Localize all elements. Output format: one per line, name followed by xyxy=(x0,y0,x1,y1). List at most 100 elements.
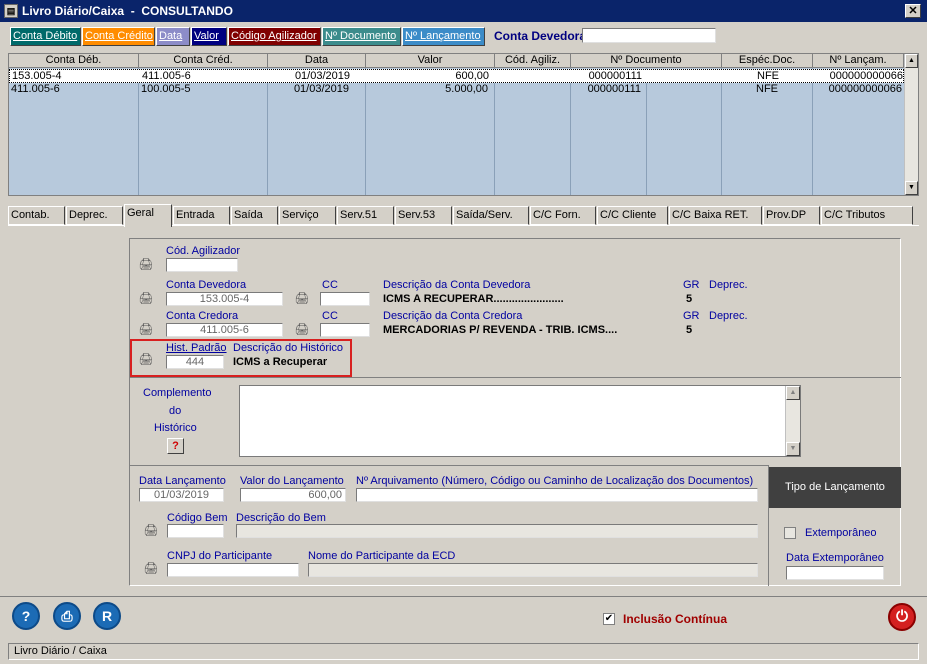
lookup-person-icon[interactable]: 🖨 xyxy=(143,561,159,575)
tab-saida[interactable]: Saída xyxy=(231,206,278,225)
help-historico-button[interactable]: ? xyxy=(167,438,184,454)
cell-valor: 600,00 xyxy=(455,70,489,82)
sort-data-button[interactable]: Data xyxy=(156,27,190,46)
codigo-bem-input[interactable] xyxy=(167,524,224,538)
data-extemporaneo-input[interactable] xyxy=(786,566,884,580)
col-header-valor[interactable]: Valor xyxy=(366,54,495,68)
tab-prov-dp[interactable]: Prov.DP xyxy=(763,206,820,225)
lookup-person-icon[interactable]: 🖨 xyxy=(138,291,154,305)
tab-serv53[interactable]: Serv.53 xyxy=(395,206,452,225)
conta-credora-input[interactable]: 411.005-6 xyxy=(166,323,283,337)
cell-conta-cred: 411.005-6 xyxy=(142,70,191,82)
lookup-person-icon[interactable]: 🖨 xyxy=(138,352,154,366)
desc-devedora-value: ICMS A RECUPERAR....................... xyxy=(383,293,564,305)
cod-agilizador-input[interactable] xyxy=(166,258,238,272)
desc-devedora-label: Descrição da Conta Devedora xyxy=(383,279,531,291)
lookup-person-icon[interactable]: 🖨 xyxy=(294,322,310,336)
complemento-label: Complemento xyxy=(143,387,212,399)
complemento-historico-textarea[interactable]: ▲ ▼ xyxy=(239,385,801,457)
textarea-scrollbar[interactable]: ▲ ▼ xyxy=(785,386,800,456)
col-header-n-lancam[interactable]: Nº Lançam. xyxy=(813,54,904,68)
help-button[interactable]: ? xyxy=(12,602,40,630)
cell-n-lancam: 000000000066 xyxy=(829,70,903,82)
cell-conta-deb: 153.005-4 xyxy=(12,70,62,82)
cell-espec-doc: NFE xyxy=(757,70,779,82)
tab-cc-cliente[interactable]: C/C Cliente xyxy=(597,206,668,225)
scroll-down-icon[interactable]: ▼ xyxy=(786,442,800,456)
lookup-person-icon[interactable]: 🖨 xyxy=(138,257,154,271)
lancamentos-grid[interactable]: Conta Déb. Conta Créd. Data Valor Cód. A… xyxy=(8,53,919,196)
data-lancamento-input[interactable]: 01/03/2019 xyxy=(139,488,224,502)
power-button[interactable]: ⏻ xyxy=(888,603,916,631)
print-button[interactable]: ⎙ xyxy=(53,602,81,630)
scroll-up-icon[interactable]: ▲ xyxy=(786,386,800,400)
gr-credora-value: 5 xyxy=(686,324,693,336)
sort-numero-documento-button[interactable]: Nº Documento xyxy=(322,27,401,46)
col-header-cod-agiliz[interactable]: Cód. Agiliz. xyxy=(495,54,571,68)
sort-conta-debito-button[interactable]: Conta Débito xyxy=(10,27,81,46)
tab-servico[interactable]: Serviço xyxy=(279,206,336,225)
col-header-conta-deb[interactable]: Conta Déb. xyxy=(9,54,139,68)
gr-credora-label: GR xyxy=(683,310,700,322)
cell-cod-agiliz xyxy=(496,70,571,84)
lookup-person-icon[interactable]: 🖨 xyxy=(294,291,310,305)
cell-n-documento: 000000111 xyxy=(587,83,641,95)
divider xyxy=(0,596,927,597)
ledger-icon: ▤ xyxy=(4,4,18,18)
cell-n-lancam: 000000000066 xyxy=(828,83,902,95)
sort-conta-credito-button[interactable]: Conta Crédito xyxy=(82,27,155,46)
inclusao-continua-checkbox[interactable]: ✔ xyxy=(603,613,615,625)
cell-espec-doc: NFE xyxy=(756,83,778,95)
cell-conta-deb: 411.005-6 xyxy=(11,83,60,95)
hist-padrao-label: Hist. Padrão xyxy=(166,342,227,354)
scroll-up-icon[interactable]: ▲ xyxy=(905,54,918,68)
tab-deprec[interactable]: Deprec. xyxy=(66,206,123,225)
cc-devedora-label: CC xyxy=(322,279,338,291)
cell-data: 01/03/2019 xyxy=(294,70,350,82)
hist-padrao-input[interactable]: 444 xyxy=(166,355,224,369)
col-header-espec-doc[interactable]: Espéc.Doc. xyxy=(722,54,813,68)
table-row[interactable]: 153.005-4 411.005-6 01/03/2019 600,00 00… xyxy=(9,69,904,83)
cc-credora-input[interactable] xyxy=(320,323,370,337)
complemento-label-do: do xyxy=(169,405,182,417)
table-row[interactable]: 411.005-6 100.005-5 01/03/2019 5.000,00 … xyxy=(9,83,904,97)
conta-devedora-search-input[interactable] xyxy=(582,28,716,43)
cnpj-participante-input[interactable] xyxy=(167,563,299,577)
conta-devedora-input[interactable]: 153.005-4 xyxy=(166,292,283,306)
descricao-bem-input[interactable] xyxy=(236,524,758,538)
col-header-n-documento[interactable]: Nº Documento xyxy=(571,54,722,68)
tab-saida-serv[interactable]: Saída/Serv. xyxy=(453,206,529,225)
col-header-data[interactable]: Data xyxy=(268,54,366,68)
cnpj-participante-label: CNPJ do Participante xyxy=(167,550,273,562)
tab-entrada[interactable]: Entrada xyxy=(173,206,230,225)
sort-codigo-agilizador-button[interactable]: Código Agilizador xyxy=(228,27,321,46)
extemporaneo-checkbox[interactable] xyxy=(784,527,796,539)
arquivamento-input[interactable] xyxy=(356,488,758,502)
window-title: Livro Diário/Caixa - CONSULTANDO xyxy=(22,4,233,18)
gr-devedora-label: GR xyxy=(683,279,700,291)
tab-geral[interactable]: Geral xyxy=(124,204,172,227)
conta-devedora-label: Conta Devedora xyxy=(166,279,247,291)
scroll-down-icon[interactable]: ▼ xyxy=(905,181,918,195)
cc-devedora-input[interactable] xyxy=(320,292,370,306)
grid-scrollbar[interactable]: ▲ ▼ xyxy=(904,54,918,195)
close-button[interactable]: ✕ xyxy=(905,4,921,18)
sort-numero-lancamento-button[interactable]: Nº Lançamento xyxy=(402,27,485,46)
deprec-credora-label: Deprec. xyxy=(709,310,748,322)
desc-credora-label: Descrição da Conta Credora xyxy=(383,310,523,322)
nome-participante-input[interactable] xyxy=(308,563,758,577)
tab-contab[interactable]: Contab. xyxy=(8,206,65,225)
tab-cc-baixa-ret[interactable]: C/C Baixa RET. xyxy=(669,206,762,225)
tab-cc-tributos[interactable]: C/C Tributos xyxy=(821,206,913,225)
lookup-person-icon[interactable]: 🖨 xyxy=(143,523,159,537)
col-header-conta-cred[interactable]: Conta Créd. xyxy=(139,54,268,68)
cc-credora-label: CC xyxy=(322,310,338,322)
sort-valor-button[interactable]: Valor xyxy=(191,27,227,46)
cell-n-documento: 000000111 xyxy=(588,70,642,82)
tab-serv51[interactable]: Serv.51 xyxy=(337,206,394,225)
status-bar: Livro Diário / Caixa xyxy=(8,643,919,660)
tab-cc-forn[interactable]: C/C Forn. xyxy=(530,206,596,225)
report-button[interactable]: R xyxy=(93,602,121,630)
valor-lancamento-input[interactable]: 600,00 xyxy=(240,488,346,502)
lookup-person-icon[interactable]: 🖨 xyxy=(138,322,154,336)
